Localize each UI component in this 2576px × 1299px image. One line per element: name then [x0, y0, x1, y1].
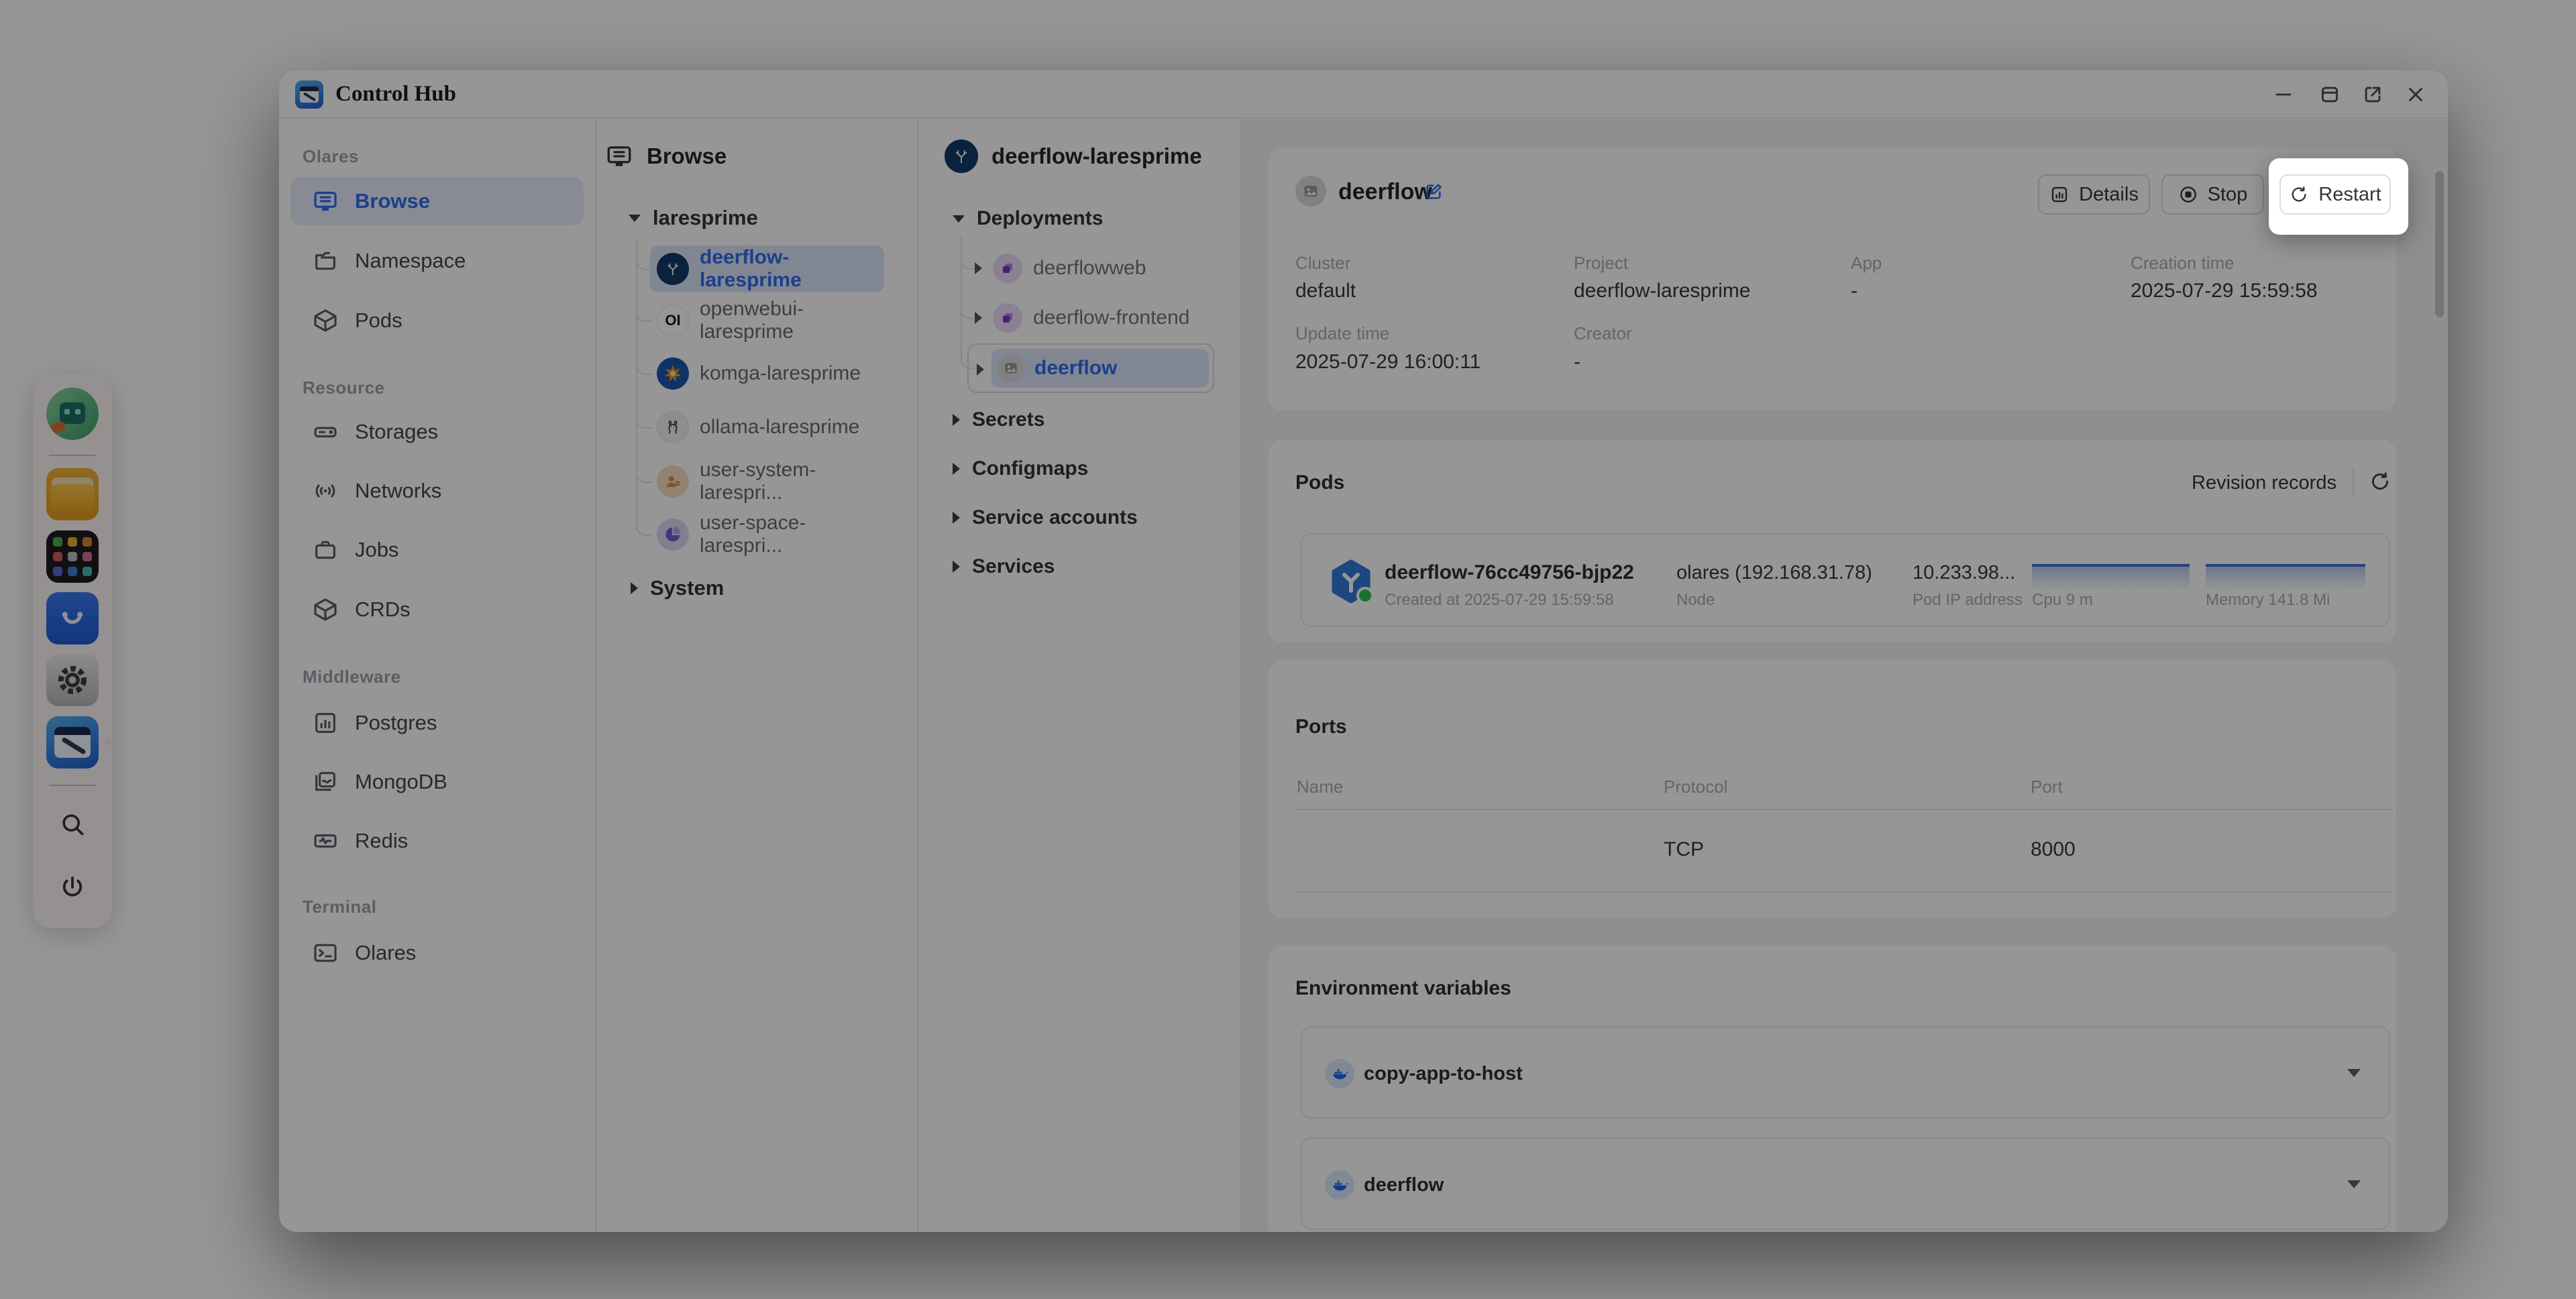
- restart-icon: [2289, 184, 2309, 205]
- restart-button[interactable]: Restart: [2279, 174, 2391, 215]
- restart-spotlight: Restart: [2269, 158, 2408, 235]
- dim-overlay: [0, 0, 2576, 1299]
